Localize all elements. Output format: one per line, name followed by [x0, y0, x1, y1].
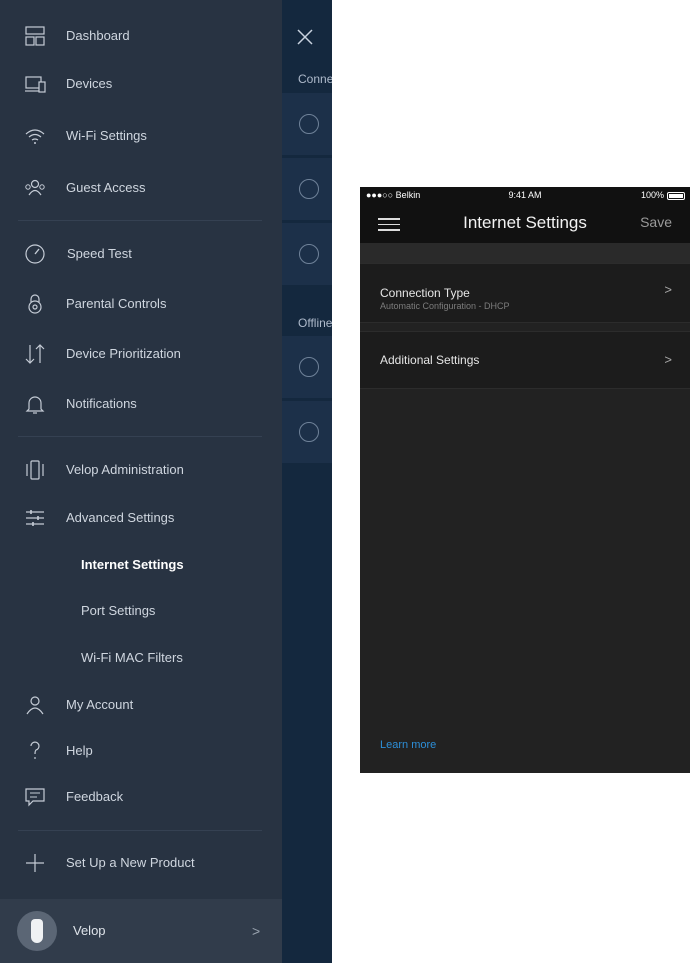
device-status-icon	[299, 179, 319, 199]
row-title: Connection Type	[380, 286, 470, 300]
menu-item-set-up-new-product[interactable]: Set Up a New Product	[0, 843, 282, 883]
menu-item-advanced-settings[interactable]: Advanced Settings	[0, 498, 282, 538]
question-icon	[24, 740, 46, 762]
menu-label: Guest Access	[66, 180, 146, 195]
menu-item-parental-controls[interactable]: Parental Controls	[0, 284, 282, 324]
submenu-label: Internet Settings	[81, 557, 184, 572]
row-subtitle: Automatic Configuration - DHCP	[380, 301, 510, 311]
navigation-bar: Internet Settings Save	[360, 205, 690, 243]
save-button[interactable]: Save	[640, 214, 672, 230]
velop-label: Velop	[73, 923, 106, 938]
wifi-icon	[24, 125, 46, 147]
connected-section-label: Conne	[298, 72, 332, 86]
navigation-drawer: Dashboard Devices Wi-Fi Settings Guest A…	[0, 0, 282, 963]
speed-test-icon	[24, 243, 46, 265]
dashboard-icon	[24, 25, 46, 47]
menu-label: Help	[66, 743, 93, 758]
menu-item-velop-administration[interactable]: Velop Administration	[0, 450, 282, 490]
device-row[interactable]	[282, 158, 332, 220]
chevron-right-icon: >	[664, 352, 672, 367]
menu-item-speed-test[interactable]: Speed Test	[0, 234, 282, 274]
submenu-label: Port Settings	[81, 603, 156, 618]
additional-settings-row[interactable]: Additional Settings >	[360, 331, 690, 389]
menu-divider	[18, 436, 262, 437]
submenu-label: Wi-Fi MAC Filters	[81, 650, 183, 665]
submenu-item-internet-settings[interactable]: Internet Settings	[0, 548, 282, 582]
device-status-icon	[299, 114, 319, 134]
device-row[interactable]	[282, 336, 332, 398]
menu-divider	[18, 830, 262, 831]
menu-item-device-prioritization[interactable]: Device Prioritization	[0, 334, 282, 374]
menu-label: My Account	[66, 697, 134, 712]
bell-icon	[24, 393, 46, 415]
menu-label: Velop Administration	[66, 462, 184, 477]
internet-settings-screen: ●●●○○ Belkin 9:41 AM 100% Internet Setti…	[360, 187, 690, 773]
device-row[interactable]	[282, 223, 332, 285]
submenu-item-wifi-mac-filters[interactable]: Wi-Fi MAC Filters	[0, 641, 282, 675]
device-row[interactable]	[282, 401, 332, 463]
battery-icon	[667, 192, 685, 200]
menu-item-devices[interactable]: Devices	[0, 64, 282, 104]
menu-label: Devices	[66, 76, 113, 91]
status-bar: ●●●○○ Belkin 9:41 AM 100%	[360, 187, 690, 205]
battery-percentage: 100%	[640, 190, 664, 200]
menu-item-wifi-settings[interactable]: Wi-Fi Settings	[0, 116, 282, 156]
menu-item-dashboard[interactable]: Dashboard	[0, 16, 282, 56]
menu-item-notifications[interactable]: Notifications	[0, 384, 282, 424]
close-icon[interactable]	[296, 28, 314, 46]
device-status-icon	[299, 357, 319, 377]
user-icon	[24, 694, 46, 716]
prioritization-icon	[24, 343, 46, 365]
chevron-right-icon: >	[664, 282, 672, 297]
menu-item-guest-access[interactable]: Guest Access	[0, 168, 282, 208]
menu-label: Parental Controls	[66, 296, 167, 311]
menu-label: Dashboard	[66, 28, 130, 43]
menu-label: Notifications	[66, 396, 137, 411]
connection-type-row[interactable]: Connection Type Automatic Configuration …	[360, 263, 690, 323]
row-title: Additional Settings	[380, 353, 480, 367]
device-status-icon	[299, 244, 319, 264]
menu-label: Device Prioritization	[66, 346, 181, 361]
plus-icon	[24, 852, 46, 874]
velop-admin-icon	[24, 459, 46, 481]
section-spacer	[360, 243, 690, 263]
side-menu-screen: Conne Offline Dashboard Devices Wi-Fi Se…	[0, 0, 332, 963]
menu-label: Feedback	[66, 789, 124, 804]
device-row[interactable]	[282, 93, 332, 155]
device-status-icon	[299, 422, 319, 442]
menu-item-my-account[interactable]: My Account	[0, 685, 282, 725]
velop-node-icon	[17, 911, 57, 951]
submenu-item-port-settings[interactable]: Port Settings	[0, 594, 282, 628]
menu-item-help[interactable]: Help	[0, 731, 282, 771]
feedback-icon	[24, 786, 46, 808]
devices-icon	[24, 73, 46, 95]
menu-label: Set Up a New Product	[66, 855, 195, 870]
menu-divider	[18, 220, 262, 221]
menu-item-feedback[interactable]: Feedback	[0, 777, 282, 817]
guest-access-icon	[24, 177, 46, 199]
learn-more-link[interactable]: Learn more	[380, 739, 436, 751]
chevron-right-icon: >	[252, 923, 261, 939]
sliders-icon	[24, 507, 46, 529]
menu-label: Wi-Fi Settings	[66, 128, 147, 143]
menu-label: Advanced Settings	[66, 510, 175, 525]
offline-section-label: Offline	[298, 316, 332, 330]
velop-network-selector[interactable]: Velop >	[0, 899, 282, 963]
parental-controls-icon	[24, 293, 46, 315]
menu-label: Speed Test	[67, 246, 132, 261]
